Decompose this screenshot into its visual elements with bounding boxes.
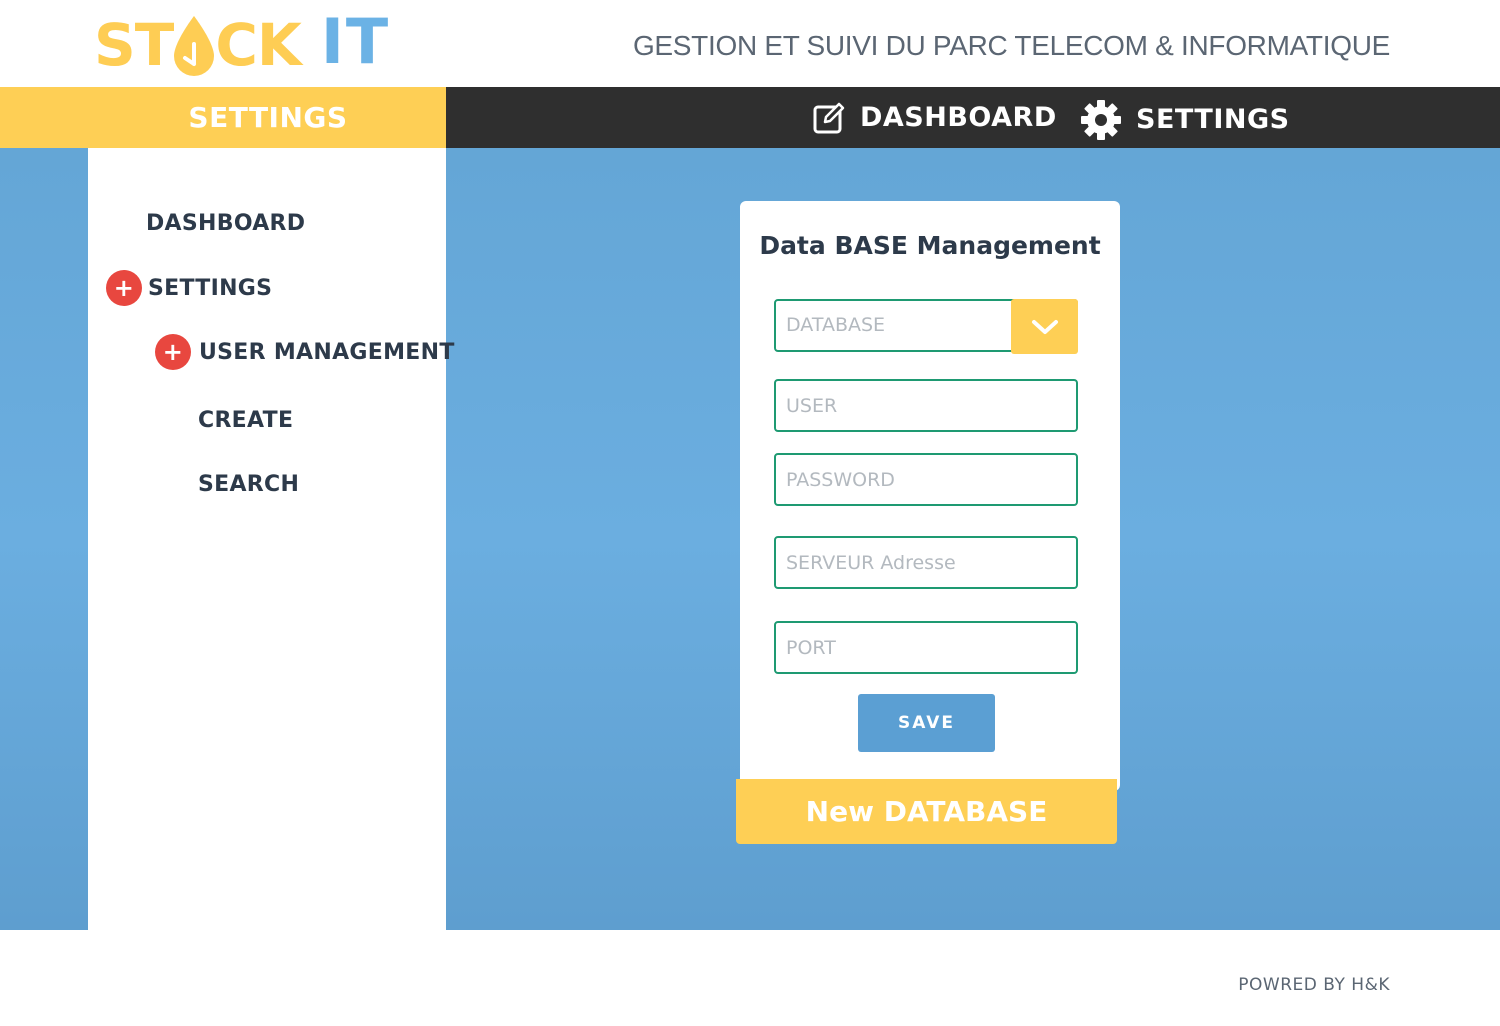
password-input[interactable]	[776, 455, 1076, 504]
sidebar-item-create[interactable]: CREATE	[198, 408, 293, 433]
sidebar-item-user-management[interactable]: + USER MANAGEMENT	[155, 334, 455, 370]
nav-dashboard[interactable]: DASHBOARD	[812, 87, 1057, 148]
section-title-bar: SETTINGS	[0, 87, 446, 148]
database-select[interactable]: DATABASE	[774, 299, 1078, 354]
edit-icon	[813, 102, 845, 133]
nav-settings-label: SETTINGS	[1136, 104, 1290, 135]
expand-plus-icon[interactable]: +	[106, 270, 142, 306]
user-field[interactable]	[774, 379, 1078, 432]
sidebar-item-label: SEARCH	[198, 472, 300, 497]
top-nav: DASHBOARD SETTINGS	[446, 87, 1500, 148]
app-header: ST CK IT GESTION ET SUIVI DU PARC TELECO…	[0, 0, 1500, 87]
logo-text-ck: CK	[215, 11, 302, 79]
nav-dashboard-label: DASHBOARD	[860, 102, 1057, 133]
logo-text-st: ST	[94, 11, 174, 79]
port-field[interactable]	[774, 621, 1078, 674]
section-title: SETTINGS	[188, 101, 348, 134]
database-select-placeholder: DATABASE	[786, 314, 886, 336]
sidebar: DASHBOARD + SETTINGS + USER MANAGEMENT C…	[88, 148, 454, 930]
save-button[interactable]: SAVE	[858, 694, 995, 752]
server-address-field[interactable]	[774, 536, 1078, 589]
sidebar-item-label: CREATE	[198, 408, 294, 433]
card-title: Data BASE Management	[759, 231, 1101, 260]
database-select-toggle[interactable]	[1011, 299, 1078, 354]
powered-by-footer: POWRED BY H&K	[1238, 975, 1390, 995]
user-input[interactable]	[776, 381, 1076, 430]
sidebar-item-label: DASHBOARD	[146, 211, 306, 236]
gear-icon	[1081, 99, 1121, 140]
server-address-input[interactable]	[776, 538, 1076, 587]
nav-settings[interactable]: SETTINGS	[1080, 89, 1290, 150]
app-tagline: GESTION ET SUIVI DU PARC TELECOM & INFOR…	[632, 30, 1390, 61]
drop-icon	[174, 16, 215, 76]
database-management-card: Data BASE Management DATABASE SAVE	[740, 201, 1120, 791]
sidebar-item-label: USER MANAGEMENT	[199, 339, 455, 365]
logo-stock: ST CK	[94, 10, 302, 79]
port-input[interactable]	[776, 623, 1076, 672]
logo-text-it: IT	[320, 5, 391, 78]
sidebar-item-settings[interactable]: + SETTINGS	[106, 270, 272, 306]
sidebar-item-search[interactable]: SEARCH	[198, 472, 299, 497]
expand-plus-icon[interactable]: +	[155, 334, 191, 370]
password-field[interactable]	[774, 453, 1078, 506]
stock-it-logo[interactable]: ST CK IT	[94, 2, 390, 82]
chevron-down-icon	[1031, 319, 1058, 334]
new-database-button[interactable]: New DATABASE	[736, 779, 1117, 844]
sidebar-item-label: SETTINGS	[148, 275, 273, 301]
sidebar-item-dashboard[interactable]: DASHBOARD	[146, 211, 305, 236]
